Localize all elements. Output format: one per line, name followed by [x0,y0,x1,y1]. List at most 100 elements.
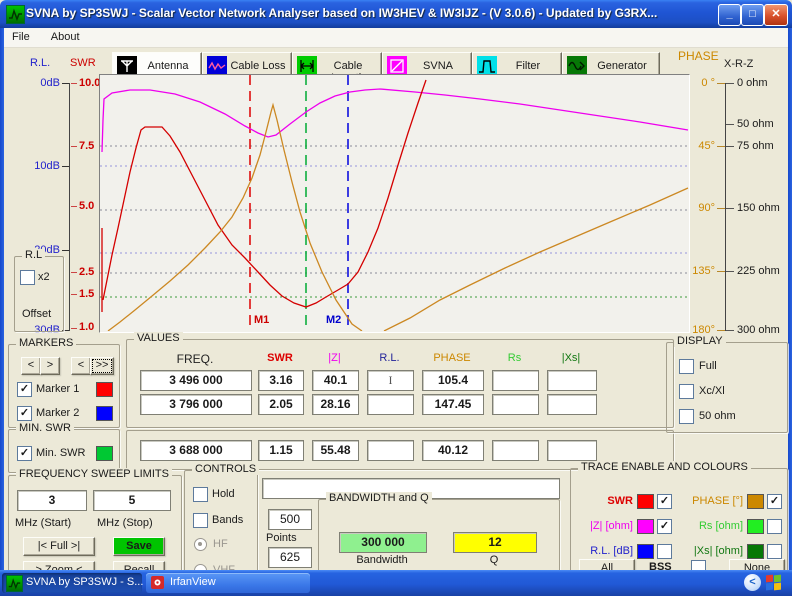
menu-about[interactable]: About [42,28,89,43]
points-alt-input[interactable]: 625 [268,547,312,568]
full-span-button[interactable]: |< Full >| [23,537,95,556]
sweep-stop-input[interactable]: 5 [93,490,171,511]
m1-freq-value[interactable]: 3 496 000 [140,370,252,391]
maximize-button[interactable]: □ [741,4,764,26]
axis-tick [71,83,77,84]
marker1-checkbox[interactable]: ✓ [17,382,32,397]
m1-phase-value[interactable]: 105.4 [422,370,484,391]
m1-xs-value[interactable] [547,370,597,391]
tray-windows-flag-icon[interactable] [766,574,782,590]
marker-next-button[interactable]: > [40,357,60,375]
col-header-rs: Rs [492,352,537,364]
tray-chevron-button[interactable]: < [744,574,761,591]
minimize-button[interactable]: _ [718,4,741,26]
group-title: R.L [22,249,45,261]
m2-xs-value[interactable] [547,394,597,415]
trace-phase-swatch[interactable] [747,494,764,509]
trace-z-swatch[interactable] [637,519,654,534]
trace-xs-swatch[interactable] [747,544,764,559]
axis-tick [726,83,734,84]
min-xs-value[interactable] [547,440,597,461]
marker-step-back-button[interactable]: < [71,357,91,375]
axis-tick [726,124,734,125]
axis-tick [726,146,734,147]
axis-tick-label: 1.0 [79,321,94,333]
col-header-phase: PHASE [422,352,482,364]
marker-prev-button[interactable]: < [21,357,41,375]
col-header-xs: |Xs| [547,352,595,364]
rl-axis-title: R.L. [30,57,50,69]
menu-file[interactable]: File [3,28,39,43]
m2-z-value[interactable]: 28.16 [312,394,359,415]
display-full-label: Full [699,360,717,372]
marker2-color-swatch[interactable] [96,406,113,421]
trace-swr-checkbox[interactable]: ✓ [657,494,672,509]
min-swr-value[interactable]: 1.15 [258,440,304,461]
min-z-value[interactable]: 55.48 [312,440,359,461]
bandwidth-value[interactable]: 300 000 [339,532,427,553]
m2-swr-value[interactable]: 2.05 [258,394,304,415]
save-button[interactable]: Save [113,537,165,556]
trace-rs-swatch[interactable] [747,519,764,534]
display-50ohm-checkbox[interactable] [679,409,694,424]
col-header-rl: R.L. [367,352,412,364]
points-label: Points [266,532,297,544]
hf-radio[interactable] [194,538,207,551]
axis-tick [717,83,725,84]
hold-checkbox[interactable] [193,487,208,502]
menu-bar: File About [3,28,789,48]
axis-tick-label: 5.0 [79,200,94,212]
trace-rs-checkbox[interactable] [767,519,782,534]
min-swr-checkbox[interactable]: ✓ [17,446,32,461]
min-freq-value[interactable]: 3 688 000 [140,440,252,461]
m2-rs-value[interactable] [492,394,539,415]
trace-z-checkbox[interactable]: ✓ [657,519,672,534]
q-label: Q [453,554,535,566]
marker1-color-swatch[interactable] [96,382,113,397]
min-swr-color-swatch[interactable] [96,446,113,461]
axis-tick [717,208,725,209]
axis-tick [71,206,77,207]
m1-swr-value[interactable]: 3.16 [258,370,304,391]
generator-icon [567,56,587,76]
taskbar-task-irfanview[interactable]: IrfanView [146,573,310,593]
display-full-checkbox[interactable] [679,359,694,374]
rl-x2-checkbox[interactable] [20,270,35,285]
trace-rl-swatch[interactable] [637,544,654,559]
hf-label: HF [213,538,228,550]
m2-phase-value[interactable]: 147.45 [422,394,484,415]
sweep-start-input[interactable]: 3 [17,490,87,511]
phase-axis-title: PHASE [678,49,719,63]
chart-plot-area[interactable]: M1 M2 [99,74,690,333]
m1-z-value[interactable]: 40.1 [312,370,359,391]
filter-icon [477,56,497,76]
trace-rs-label: Rs [ohm] [681,520,743,532]
trace-xs-checkbox[interactable] [767,544,782,559]
taskbar-task-svna[interactable]: SVNA by SP3SWJ - S... [2,573,142,593]
m1-rs-value[interactable] [492,370,539,391]
marker-step-fwd-button[interactable]: >> [90,357,114,375]
display-xcxl-checkbox[interactable] [679,384,694,399]
min-rs-value[interactable] [492,440,539,461]
trace-rl-checkbox[interactable] [657,544,672,559]
taskbar: SVNA by SP3SWJ - S... IrfanView < [0,570,792,596]
marker1-label: M1 [254,314,269,326]
m2-rl-value[interactable] [367,394,414,415]
chart-traces [100,75,689,331]
q-value[interactable]: 12 [453,532,537,553]
m2-freq-value[interactable]: 3 796 000 [140,394,252,415]
close-button[interactable]: ✕ [764,4,788,26]
marker2-checkbox[interactable]: ✓ [17,406,32,421]
trace-swr-swatch[interactable] [637,494,654,509]
min-rl-value[interactable] [367,440,414,461]
group-title: DISPLAY [674,335,726,347]
m1-rl-value[interactable]: I [367,370,414,391]
col-header-freq: FREQ. [140,352,250,366]
axis-tick-label: 0 ohm [737,77,768,89]
col-header-swr: SWR [258,352,302,364]
points-input[interactable]: 500 [268,509,312,530]
bands-checkbox[interactable] [193,513,208,528]
group-title: TRACE ENABLE AND COLOURS [578,461,751,473]
trace-phase-checkbox[interactable]: ✓ [767,494,782,509]
min-phase-value[interactable]: 40.12 [422,440,484,461]
